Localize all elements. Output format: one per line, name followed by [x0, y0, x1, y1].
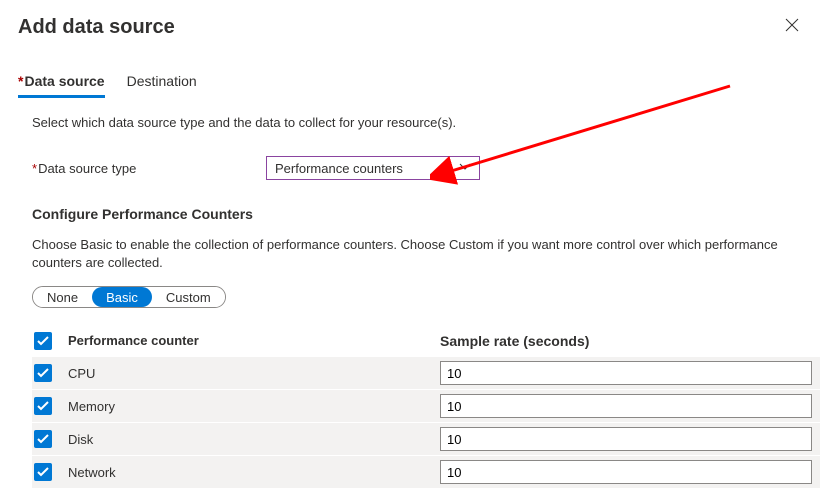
select-all-checkbox[interactable] — [34, 332, 52, 350]
table-row: Disk — [32, 423, 820, 456]
counter-name: CPU — [68, 366, 440, 381]
sample-rate-input[interactable] — [440, 394, 812, 418]
required-star-icon: * — [32, 161, 37, 176]
toggle-custom[interactable]: Custom — [152, 287, 225, 307]
counter-table: Performance counter Sample rate (seconds… — [32, 324, 820, 489]
intro-text: Select which data source type and the da… — [32, 115, 807, 130]
row-checkbox[interactable] — [34, 364, 52, 382]
data-source-type-label: *Data source type — [32, 161, 266, 176]
table-row: CPU — [32, 357, 820, 390]
toggle-basic[interactable]: Basic — [92, 287, 152, 307]
panel-title: Add data source — [18, 16, 175, 39]
check-icon — [37, 401, 49, 411]
check-icon — [37, 434, 49, 444]
configure-section-desc: Choose Basic to enable the collection of… — [32, 236, 792, 272]
chevron-down-icon — [459, 162, 471, 174]
tab-data-source[interactable]: *Data source — [18, 73, 105, 98]
row-checkbox[interactable] — [34, 430, 52, 448]
row-checkbox[interactable] — [34, 397, 52, 415]
data-source-type-select[interactable]: Performance counters — [266, 156, 480, 180]
counter-name: Memory — [68, 399, 440, 414]
sample-rate-input[interactable] — [440, 460, 812, 484]
toggle-none[interactable]: None — [33, 287, 92, 307]
table-row: Memory — [32, 390, 820, 423]
mode-toggle-group: None Basic Custom — [32, 286, 226, 308]
check-icon — [37, 467, 49, 477]
check-icon — [37, 336, 49, 346]
tab-data-source-label: Data source — [24, 73, 104, 89]
select-value: Performance counters — [275, 161, 403, 176]
tab-destination[interactable]: Destination — [127, 73, 197, 98]
sample-rate-input[interactable] — [440, 427, 812, 451]
configure-section-title: Configure Performance Counters — [32, 206, 807, 222]
required-star-icon: * — [18, 73, 23, 89]
tabs: *Data source Destination — [0, 47, 825, 99]
counter-name: Disk — [68, 432, 440, 447]
header-counter: Performance counter — [68, 333, 440, 348]
sample-rate-input[interactable] — [440, 361, 812, 385]
close-button[interactable] — [777, 14, 807, 41]
close-icon — [785, 19, 799, 36]
row-checkbox[interactable] — [34, 463, 52, 481]
field-label-text: Data source type — [38, 161, 136, 176]
table-row: Network — [32, 456, 820, 489]
header-rate: Sample rate (seconds) — [440, 333, 820, 349]
counter-name: Network — [68, 465, 440, 480]
table-header-row: Performance counter Sample rate (seconds… — [32, 324, 820, 357]
check-icon — [37, 368, 49, 378]
